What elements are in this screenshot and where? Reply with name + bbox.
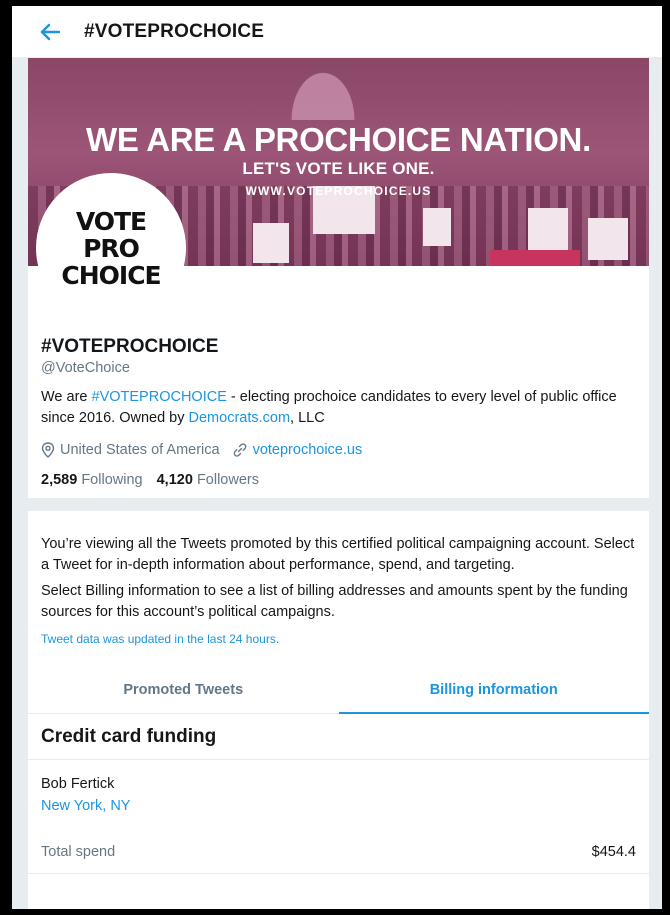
banner-headline: WE ARE A PROCHOICE NATION.	[86, 121, 591, 158]
profile-name: #VOTEPROCHOICE	[41, 336, 219, 357]
info-paragraph: Select Billing information to see a list…	[41, 583, 628, 620]
info-paragraph: You’re viewing all the Tweets promoted b…	[41, 536, 635, 573]
app-frame: #VOTEPROCHOICE WE ARE A PROCHOICE NATION…	[12, 6, 662, 909]
followers-stat[interactable]: 4,120 Followers	[157, 472, 259, 488]
location-pin-icon	[41, 442, 55, 458]
protest-sign	[588, 218, 628, 260]
tab-billing-information[interactable]: Billing information	[338, 666, 650, 714]
tab-promoted-tweets[interactable]: Promoted Tweets	[28, 666, 339, 713]
page-title: #VOTEPROCHOICE	[84, 20, 265, 42]
funder-location: New York, NY	[41, 798, 131, 814]
total-spend-value: $454.4	[591, 844, 636, 860]
protest-sign	[423, 208, 451, 246]
tab-bar: Promoted Tweets Billing information	[28, 666, 649, 714]
top-bar: #VOTEPROCHOICE	[12, 6, 662, 58]
bio-hashtag-link[interactable]: #VOTEPROCHOICE	[92, 389, 227, 405]
following-stat[interactable]: 2,589 Following	[41, 472, 143, 488]
link-icon	[232, 442, 248, 458]
political-info-card: You’re viewing all the Tweets promoted b…	[28, 511, 649, 909]
capitol-dome-shape	[283, 60, 363, 120]
funder-name: Bob Fertick	[41, 776, 115, 792]
follow-counts: 2,589 Following 4,120 Followers	[41, 472, 259, 488]
profile-card: WE ARE A PROCHOICE NATION. LET'S VOTE LI…	[28, 58, 649, 498]
avatar-logo-text: VOTE PRO CHOICE	[61, 206, 161, 290]
profile-handle: @VoteChoice	[41, 360, 130, 376]
section-title: Credit card funding	[28, 714, 649, 760]
total-spend-row: Total spend $454.4	[28, 831, 649, 874]
protest-banner	[490, 250, 580, 266]
protest-sign	[253, 223, 289, 263]
profile-bio: We are #VOTEPROCHOICE - electing prochoi…	[41, 389, 617, 426]
bio-owner-link[interactable]: Democrats.com	[189, 410, 291, 426]
profile-meta: United States of America voteprochoice.u…	[41, 442, 362, 458]
profile-website-link[interactable]: voteprochoice.us	[253, 442, 363, 458]
back-arrow-icon[interactable]	[40, 21, 74, 43]
total-spend-label: Total spend	[41, 844, 116, 860]
data-updated-note: Tweet data was updated in the last 24 ho…	[41, 632, 280, 646]
profile-location: United States of America	[60, 442, 220, 458]
avatar[interactable]: VOTE PRO CHOICE	[36, 173, 186, 323]
